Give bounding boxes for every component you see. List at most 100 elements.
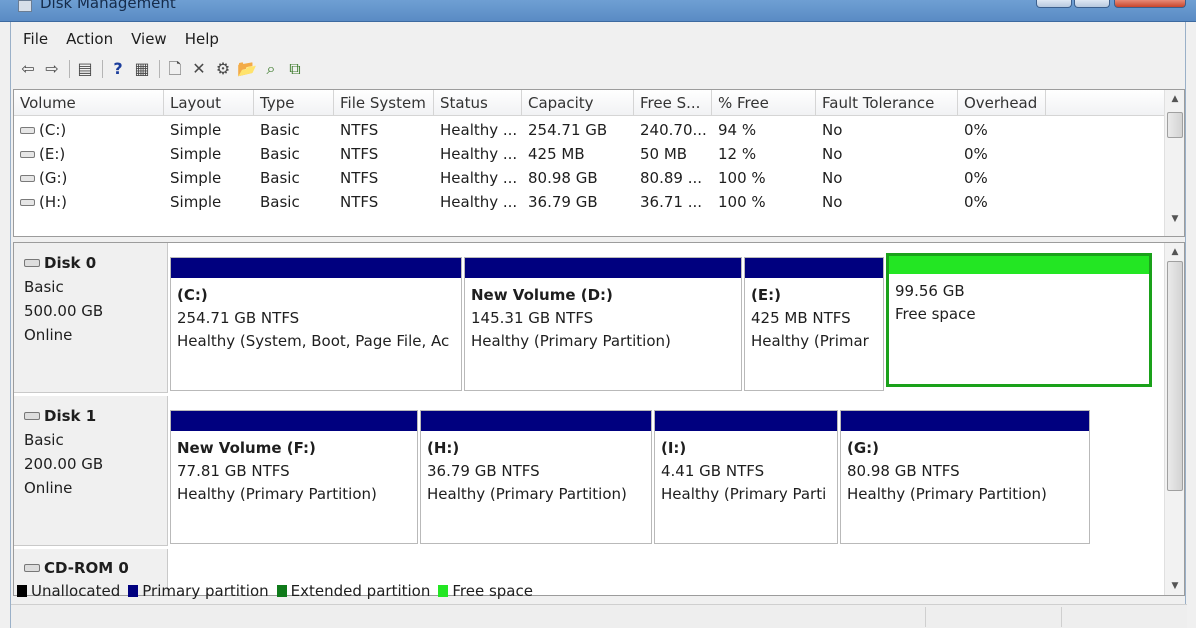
disk-label: Disk 0 <box>44 254 97 272</box>
scroll-down-icon[interactable]: ▼ <box>1165 577 1184 595</box>
column-header[interactable]: Type <box>254 90 334 116</box>
minimize-button[interactable] <box>1036 0 1072 8</box>
partition-block[interactable]: (H:) 36.79 GB NTFS Healthy (Primary Partit… <box>420 410 652 544</box>
disk-size: 500.00 GB <box>24 302 104 320</box>
disk-name: Disk 0 <box>24 251 167 275</box>
partition-size: 77.81 GB NTFS <box>177 462 290 480</box>
cell-value: Basic <box>260 169 300 187</box>
table-row[interactable]: (H:) Simple Basic NTFS Healthy ... 36.79 GB 36… <box>14 190 1164 214</box>
column-header[interactable]: Free S... <box>634 90 712 116</box>
settings-icon[interactable]: ⚙ <box>212 58 234 80</box>
table-cell: 0% <box>958 190 1046 214</box>
table-row[interactable]: (E:) Simple Basic NTFS Healthy ... 425 MB 50 M… <box>14 142 1164 166</box>
menu-file[interactable]: File <box>17 26 54 52</box>
menu-view[interactable]: View <box>125 26 173 52</box>
table-cell: 0% <box>958 166 1046 190</box>
table-cell: 100 % <box>712 166 816 190</box>
disk-graph-pane: Disk 0 Basic 500.00 GB Online (C:) 254.71 GB … <box>13 242 1185 596</box>
table-cell: 36.79 GB <box>522 190 634 214</box>
table-row[interactable]: (C:) Simple Basic NTFS Healthy ... 254.71 GB 2… <box>14 118 1164 142</box>
disk-info[interactable]: Disk 0 Basic 500.00 GB Online <box>14 243 168 393</box>
delete-icon[interactable]: ✕ <box>188 58 210 80</box>
partition-status: Free space <box>895 305 976 323</box>
scroll-thumb[interactable] <box>1167 112 1183 138</box>
open-folder-icon[interactable]: 📂 <box>236 58 258 80</box>
partition-size: 4.41 GB NTFS <box>661 462 765 480</box>
partition-status: Healthy (Primary Partition) <box>177 485 377 503</box>
partition-block[interactable]: New Volume (F:) 77.81 GB NTFS Healthy (Pri… <box>170 410 418 544</box>
table-cell: No <box>816 166 958 190</box>
list-icon[interactable]: ▦ <box>131 58 153 80</box>
toolbar: ⇦ ⇨ ▤? ▦ 🗋 ✕ ⚙ 📂 ⌕ ⧉ <box>17 57 308 81</box>
partition-block[interactable]: (G:) 80.98 GB NTFS Healthy (Primary Partit… <box>840 410 1090 544</box>
drive-icon <box>20 127 35 134</box>
scroll-up-icon[interactable]: ▲ <box>1165 90 1185 108</box>
free-space-block[interactable]: 99.56 GB Free space <box>886 253 1152 387</box>
legend-item: Extended partition <box>276 582 430 600</box>
column-header[interactable]: % Free <box>712 90 816 116</box>
column-header[interactable]: Fault Tolerance <box>816 90 958 116</box>
partition-size: 80.98 GB NTFS <box>847 462 960 480</box>
partition-name: (H:) <box>427 439 460 457</box>
column-header[interactable]: Overhead <box>958 90 1046 116</box>
properties-icon[interactable]: 🗋 <box>164 58 186 80</box>
table-cell: 80.98 GB <box>522 166 634 190</box>
column-header[interactable]: File System <box>334 90 434 116</box>
close-button[interactable] <box>1114 0 1186 8</box>
cell-value: Healthy ... <box>440 121 518 139</box>
cell-value: No <box>822 169 843 187</box>
cell-value: NTFS <box>340 193 379 211</box>
scroll-thumb[interactable] <box>1167 261 1183 491</box>
partition-text: New Volume (F:) 77.81 GB NTFS Healthy (Pri… <box>171 431 417 506</box>
status-bar <box>11 604 1187 628</box>
partition-status: Healthy (Primary Partition) <box>427 485 627 503</box>
cell-value: 94 % <box>718 121 757 139</box>
disk-icon <box>24 259 40 267</box>
search-icon[interactable]: ⌕ <box>260 58 282 80</box>
volume-list: Volume Layout Type File System Status Capacit… <box>13 89 1185 237</box>
partition-block[interactable]: (C:) 254.71 GB NTFS Healthy (System, Boot,… <box>170 257 462 391</box>
table-cell: No <box>816 118 958 142</box>
table-cell: 50 MB <box>634 142 712 166</box>
maximize-button[interactable] <box>1074 0 1110 8</box>
scroll-down-icon[interactable]: ▼ <box>1165 210 1185 228</box>
partition-bar <box>841 411 1089 431</box>
cell-value: 36.71 ... <box>640 193 703 211</box>
partition-block[interactable]: (I:) 4.41 GB NTFS Healthy (Primary Parti <box>654 410 838 544</box>
partition-block[interactable]: New Volume (D:) 145.31 GB NTFS Healthy (Pr… <box>464 257 742 391</box>
disk-info[interactable]: Disk 1 Basic 200.00 GB Online <box>14 396 168 546</box>
table-cell: 240.70... <box>634 118 712 142</box>
help-icon[interactable]: ? <box>107 58 129 80</box>
table-cell: Simple <box>164 166 254 190</box>
partition-name: (G:) <box>847 439 880 457</box>
partition-bar <box>171 258 461 278</box>
window-frame: File Action View Help ⇦ ⇨ ▤? ▦ 🗋 ✕ ⚙ 📂 ⌕ ⧉ Volume Lay… <box>10 22 1187 628</box>
connect-icon[interactable]: ⧉ <box>284 58 306 80</box>
legend-swatch <box>276 585 287 597</box>
volume-list-scrollbar[interactable]: ▲ ▼ <box>1164 90 1184 236</box>
table-cell: Simple <box>164 118 254 142</box>
console-tree-icon[interactable]: ▤ <box>74 58 96 80</box>
cell-value: No <box>822 121 843 139</box>
column-header[interactable]: Layout <box>164 90 254 116</box>
menu-action[interactable]: Action <box>60 26 119 52</box>
partition-name: New Volume (D:) <box>471 286 613 304</box>
scroll-up-icon[interactable]: ▲ <box>1165 243 1184 261</box>
menu-help[interactable]: Help <box>179 26 225 52</box>
cell-value: No <box>822 193 843 211</box>
column-header[interactable]: Capacity <box>522 90 634 116</box>
drive-icon <box>20 199 35 206</box>
legend-label: Primary partition <box>142 582 269 600</box>
table-row[interactable]: (G:) Simple Basic NTFS Healthy ... 80.98 GB 80… <box>14 166 1164 190</box>
cell-value: 12 % <box>718 145 757 163</box>
partition-text: New Volume (D:) 145.31 GB NTFS Healthy (Pr… <box>465 278 741 353</box>
table-cell: NTFS <box>334 166 434 190</box>
back-arrow-icon[interactable]: ⇦ <box>17 58 39 80</box>
partition-size: 254.71 GB NTFS <box>177 309 300 327</box>
column-header[interactable]: Volume <box>14 90 164 116</box>
drive-icon <box>20 175 35 182</box>
partition-block[interactable]: (E:) 425 MB NTFS Healthy (Primar <box>744 257 884 391</box>
column-header[interactable]: Status <box>434 90 522 116</box>
forward-arrow-icon[interactable]: ⇨ <box>41 58 63 80</box>
disk-graph-scrollbar[interactable]: ▲ ▼ <box>1164 243 1184 595</box>
